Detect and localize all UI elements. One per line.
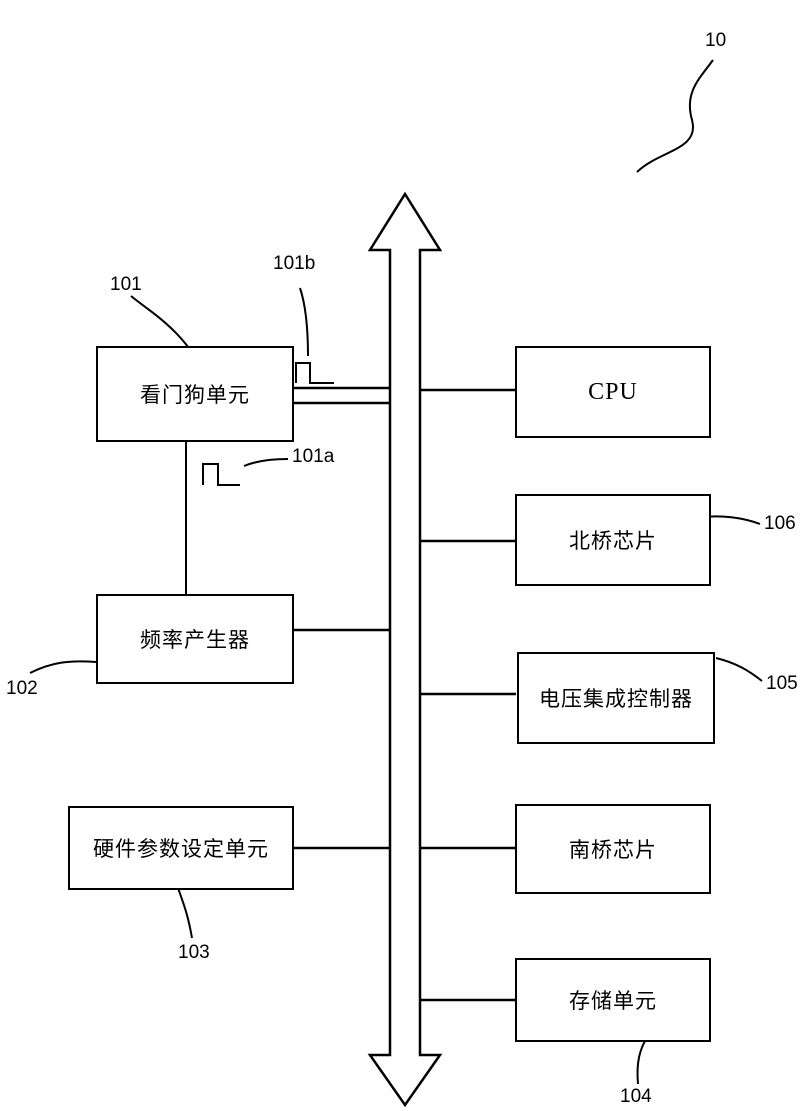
waveform-101b	[295, 362, 334, 384]
block-storage-unit-label: 存储单元	[569, 990, 657, 1013]
block-storage-unit: 存储单元	[515, 958, 711, 1042]
ref-103: 103	[178, 942, 210, 963]
leader-ref-103	[177, 887, 193, 939]
ref-101: 101	[110, 274, 142, 295]
ref-105: 105	[766, 673, 798, 694]
ref-106: 106	[764, 513, 796, 534]
block-cpu-label: CPU	[588, 378, 638, 405]
figure-canvas: 看门狗单元 频率产生器 硬件参数设定单元 CPU 北桥芯片 电压集成控制器 南桥…	[0, 0, 800, 1111]
block-hardware-parameter-unit-label: 硬件参数设定单元	[93, 838, 269, 861]
block-voltage-integrated-controller: 电压集成控制器	[517, 652, 715, 744]
block-north-bridge-chip-label: 北桥芯片	[569, 530, 657, 553]
block-frequency-generator: 频率产生器	[96, 594, 294, 684]
block-watchdog-unit: 看门狗单元	[96, 346, 294, 442]
leader-ref-101b	[299, 287, 309, 357]
leader-ref-104	[636, 1035, 649, 1085]
leader-ref-105	[715, 657, 763, 682]
block-cpu: CPU	[515, 346, 711, 438]
block-watchdog-unit-label: 看门狗单元	[140, 384, 250, 407]
block-frequency-generator-label: 频率产生器	[140, 629, 250, 652]
waveform-101a	[202, 463, 240, 486]
ref-101a: 101a	[292, 446, 335, 467]
ref-104: 104	[620, 1086, 652, 1107]
bus-double-arrow	[367, 191, 443, 1108]
leader-ref-101a	[243, 458, 289, 467]
block-south-bridge-chip-label: 南桥芯片	[569, 839, 657, 862]
ref-102: 102	[6, 678, 38, 699]
block-north-bridge-chip: 北桥芯片	[515, 494, 711, 586]
block-south-bridge-chip: 南桥芯片	[515, 804, 711, 894]
ref-101b: 101b	[273, 253, 316, 274]
leader-ref-10	[636, 59, 714, 173]
block-hardware-parameter-unit: 硬件参数设定单元	[68, 806, 294, 890]
ref-10: 10	[705, 30, 727, 51]
leader-ref-102	[29, 660, 97, 674]
block-voltage-integrated-controller-label: 电压集成控制器	[539, 688, 693, 711]
